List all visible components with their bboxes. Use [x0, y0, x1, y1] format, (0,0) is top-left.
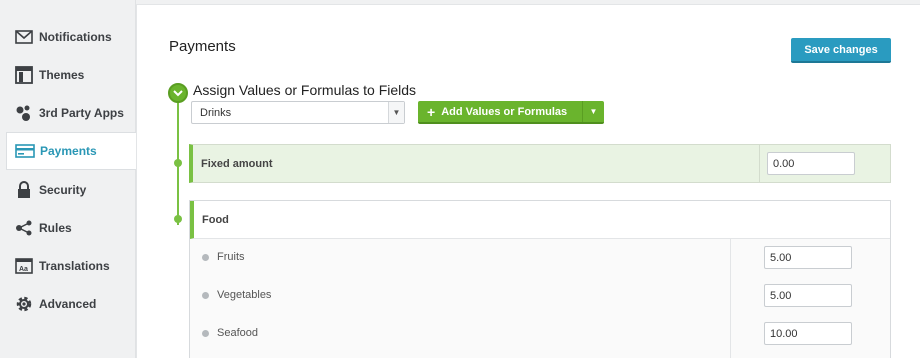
fixed-amount-label: Fixed amount — [201, 158, 273, 170]
sidebar-item-label: Rules — [39, 221, 72, 235]
field-select-value: Drinks — [200, 106, 232, 119]
sidebar-item-payments[interactable]: Payments — [6, 132, 137, 170]
save-changes-button[interactable]: Save changes — [791, 38, 891, 63]
sidebar-item-rules[interactable]: Rules — [6, 209, 136, 247]
sidebar-item-label: Payments — [40, 144, 97, 158]
item-name: Seafood — [217, 327, 258, 339]
sidebar-item-notifications[interactable]: Notifications — [6, 18, 136, 56]
sidebar-item-3rd-party-apps[interactable]: 3rd Party Apps — [6, 94, 136, 132]
food-group-body: Fruits 5.00 Vegetables 5.00 Seafood 10.0… — [190, 239, 890, 358]
sidebar-item-label: Security — [39, 183, 87, 197]
add-dropdown-toggle-icon[interactable]: ▼ — [582, 101, 604, 122]
item-name: Fruits — [217, 251, 245, 263]
step-collapse-toggle[interactable] — [168, 83, 188, 103]
theme-icon — [14, 65, 34, 85]
chevron-down-icon — [173, 84, 183, 102]
food-group-header: Food — [190, 201, 890, 239]
bullet-icon — [202, 292, 209, 299]
list-item: Fruits 5.00 — [190, 239, 890, 277]
payment-card-icon — [15, 141, 35, 161]
sidebar-item-themes[interactable]: Themes — [6, 56, 136, 94]
sidebar-item-translations[interactable]: Aa Translations — [6, 247, 136, 285]
sidebar-item-label: 3rd Party Apps — [39, 106, 124, 120]
rules-icon — [14, 218, 34, 238]
lock-icon — [14, 180, 34, 200]
plus-icon: + — [427, 103, 436, 120]
list-item: Vegetables 5.00 — [190, 277, 890, 315]
add-values-button[interactable]: + Add Values or Formulas ▼ — [418, 101, 604, 124]
add-values-label: Add Values or Formulas — [441, 105, 568, 118]
sidebar-item-advanced[interactable]: Advanced — [6, 285, 136, 323]
sidebar-item-label: Notifications — [39, 30, 112, 44]
apps-icon — [14, 103, 34, 123]
sidebar-item-security[interactable]: Security — [6, 171, 136, 209]
item-value-input[interactable]: 5.00 — [764, 246, 852, 269]
bullet-icon — [202, 330, 209, 337]
timeline-dot — [174, 159, 182, 167]
sidebar-item-label: Translations — [39, 259, 110, 273]
list-item: Seafood 10.00 — [190, 315, 890, 353]
field-select[interactable]: Drinks ▼ — [191, 101, 405, 124]
food-group: Food Fruits 5.00 Vegetables 5.00 Seafood… — [189, 200, 891, 358]
item-value-input[interactable]: 5.00 — [764, 284, 852, 307]
page-title: Payments — [169, 38, 236, 55]
svg-text:Aa: Aa — [19, 266, 28, 273]
translations-icon: Aa — [14, 256, 34, 276]
item-name: Vegetables — [217, 289, 272, 301]
envelope-icon — [14, 27, 34, 47]
divider — [759, 145, 760, 182]
bullet-icon — [202, 254, 209, 261]
gear-icon — [14, 294, 34, 314]
sidebar-item-label: Advanced — [39, 297, 97, 311]
fixed-amount-row: Fixed amount 0.00 — [189, 144, 891, 183]
item-value-input[interactable]: 10.00 — [764, 322, 852, 345]
timeline-dot — [174, 215, 182, 223]
food-group-label: Food — [202, 214, 229, 226]
fixed-amount-input[interactable]: 0.00 — [767, 152, 855, 175]
step-title: Assign Values or Formulas to Fields — [193, 82, 417, 98]
sidebar: Notifications Themes 3rd Party Apps Paym… — [0, 0, 137, 358]
select-arrow-icon: ▼ — [388, 102, 404, 123]
sidebar-item-label: Themes — [39, 68, 85, 82]
main-panel: Payments Save changes Assign Values or F… — [136, 4, 920, 358]
